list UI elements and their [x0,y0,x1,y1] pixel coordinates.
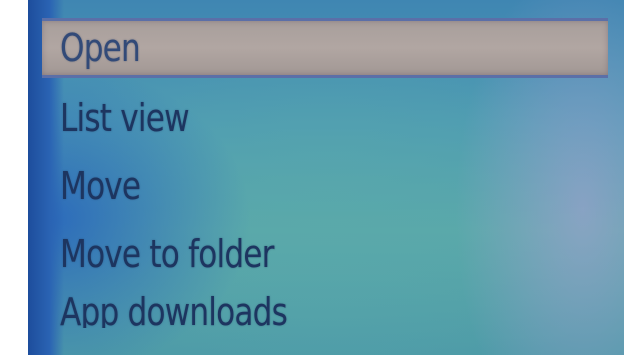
menu-item-list-view[interactable]: List view [42,84,608,152]
phone-screen: Open List view Move Move to folder App d… [28,0,624,355]
options-menu: Open List view Move Move to folder App d… [42,18,608,355]
menu-item-label: List view [60,96,190,140]
menu-item-label: App downloads [60,290,288,328]
phone-frame: Open List view Move Move to folder App d… [0,0,639,355]
menu-item-label: Open [60,26,141,70]
menu-item-open[interactable]: Open [42,18,608,78]
menu-item-move[interactable]: Move [42,152,608,220]
menu-item-label: Move to folder [60,232,274,276]
menu-item-app-downloads[interactable]: App downloads [42,288,608,328]
menu-item-label: Move [60,164,141,208]
menu-item-move-to-folder[interactable]: Move to folder [42,220,608,288]
